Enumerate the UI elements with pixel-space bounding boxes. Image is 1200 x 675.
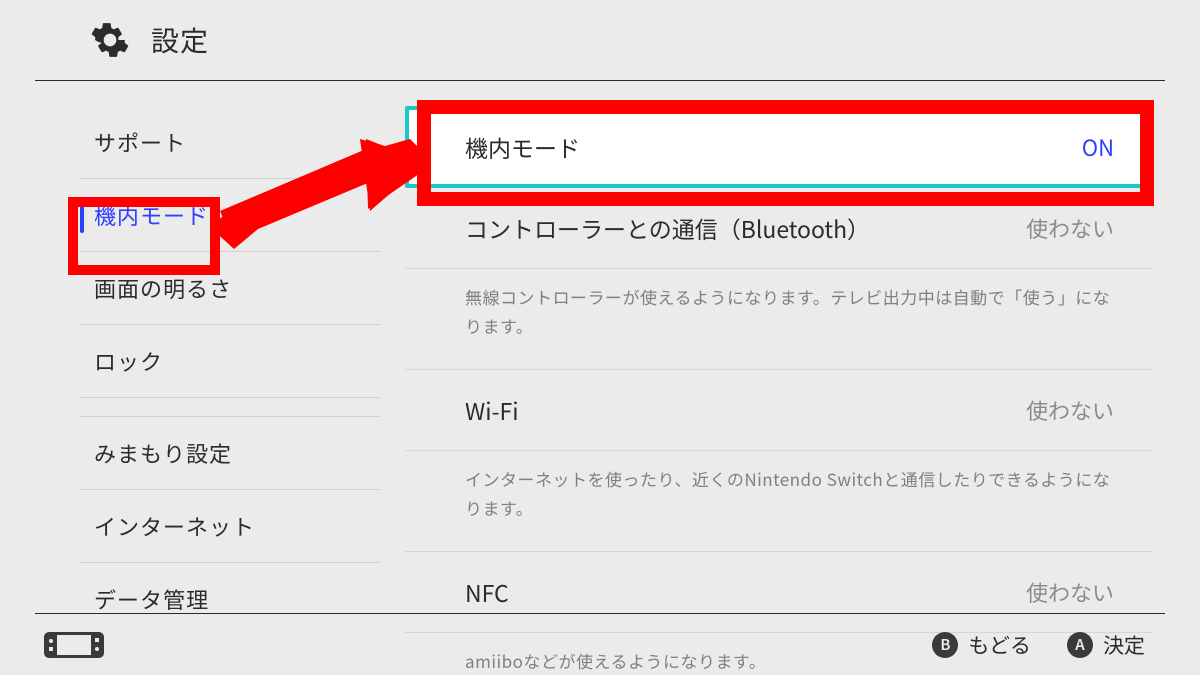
sidebar-item-label: 機内モード: [94, 199, 209, 231]
sidebar-item-internet[interactable]: インターネット: [80, 490, 380, 563]
sidebar-item-airplane-mode[interactable]: 機内モード: [80, 179, 380, 252]
ok-label: 決定: [1103, 630, 1145, 660]
setting-value: ON: [1082, 131, 1114, 163]
main-panel: 機内モード ON コントローラーとの通信（Bluetooth） 使わない 無線コ…: [405, 81, 1200, 606]
setting-value: 使わない: [1026, 576, 1114, 608]
setting-value: 使わない: [1026, 212, 1114, 244]
setting-label: コントローラーとの通信（Bluetooth）: [465, 211, 870, 245]
sidebar-item-lock[interactable]: ロック: [80, 325, 380, 398]
page-title: 設定: [151, 20, 209, 60]
setting-label: 機内モード: [465, 130, 580, 164]
a-button-icon: A: [1067, 632, 1093, 658]
setting-bluetooth[interactable]: コントローラーとの通信（Bluetooth） 使わない: [405, 188, 1152, 269]
setting-label: Wi-Fi: [465, 393, 519, 427]
sidebar-item-label: ロック: [94, 345, 163, 377]
ok-button[interactable]: A 決定: [1067, 630, 1145, 660]
setting-wifi[interactable]: Wi-Fi 使わない: [405, 370, 1152, 451]
setting-wifi-desc: インターネットを使ったり、近くのNintendo Switchと通信したりできる…: [405, 451, 1152, 552]
setting-label: NFC: [465, 575, 509, 609]
header: 設定: [35, 0, 1165, 81]
sidebar-item-parental[interactable]: みまもり設定: [80, 416, 380, 490]
back-button[interactable]: B もどる: [932, 630, 1031, 660]
footer: B もどる A 決定: [35, 613, 1165, 675]
sidebar: サポート 機内モード 画面の明るさ ロック みまもり設定 インターネット データ…: [0, 81, 405, 606]
sidebar-item-label: インターネット: [94, 510, 255, 542]
console-icon: [43, 631, 105, 659]
gear-icon: [91, 21, 129, 59]
content: サポート 機内モード 画面の明るさ ロック みまもり設定 インターネット データ…: [0, 81, 1200, 606]
setting-airplane-mode[interactable]: 機内モード ON: [405, 106, 1152, 188]
b-button-icon: B: [932, 632, 958, 658]
footer-buttons: B もどる A 決定: [932, 630, 1145, 660]
setting-value: 使わない: [1026, 394, 1114, 426]
sidebar-item-label: みまもり設定: [94, 437, 232, 469]
sidebar-item-label: サポート: [94, 126, 186, 158]
setting-bluetooth-desc: 無線コントローラーが使えるようになります。テレビ出力中は自動で「使う」になります…: [405, 269, 1152, 370]
sidebar-item-support[interactable]: サポート: [80, 106, 380, 179]
back-label: もどる: [968, 630, 1031, 660]
sidebar-item-label: データ管理: [94, 583, 209, 615]
sidebar-item-label: 画面の明るさ: [94, 272, 232, 304]
sidebar-item-brightness[interactable]: 画面の明るさ: [80, 252, 380, 325]
